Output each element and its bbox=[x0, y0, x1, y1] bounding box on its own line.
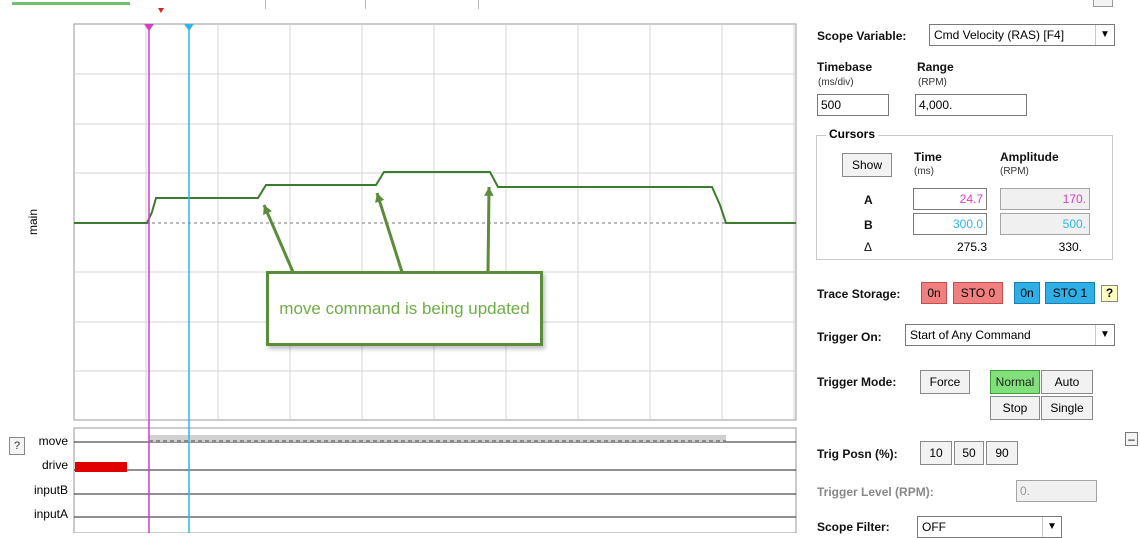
trig-posn-90-button[interactable]: 90 bbox=[986, 441, 1018, 465]
cursors-title: Cursors bbox=[826, 127, 879, 141]
timebase-input[interactable]: 500 bbox=[817, 94, 889, 116]
trigger-marker-icon bbox=[158, 8, 164, 13]
cursor-amplitude-unit: (RPM) bbox=[1000, 166, 1029, 177]
cursor-delta-row-label: Δ bbox=[864, 240, 873, 254]
callout-arrow-shaft bbox=[486, 186, 491, 273]
cursor-b-time-input[interactable]: 300.0 bbox=[913, 213, 987, 235]
timebase-unit: (ms/div) bbox=[818, 77, 854, 88]
dropdown-arrow-icon: ▼ bbox=[1095, 325, 1114, 345]
scope-filter-label: Scope Filter: bbox=[817, 520, 890, 534]
scope-plot[interactable] bbox=[0, 0, 800, 533]
plot-frame bbox=[73, 23, 797, 421]
range-input[interactable]: 4,000. bbox=[915, 94, 1027, 116]
cursor-delta-amplitude: 330. bbox=[1058, 240, 1082, 254]
cursor-time-unit: (ms) bbox=[914, 166, 934, 177]
cursor-amplitude-label: Amplitude bbox=[1000, 150, 1059, 164]
cursor-b-row-label: B bbox=[864, 218, 873, 232]
scope-variable-select[interactable]: Cmd Velocity (RAS) [F4] ▼ bbox=[929, 24, 1115, 46]
scope-filter-select[interactable]: OFF ▼ bbox=[917, 516, 1062, 538]
trigger-auto-button[interactable]: Auto bbox=[1041, 370, 1093, 394]
digital-label-inputB: inputB bbox=[33, 483, 68, 497]
digital-label-inputA: inputA bbox=[33, 507, 68, 521]
sto1-button[interactable]: STO 1 bbox=[1045, 282, 1095, 304]
digital-channels bbox=[73, 427, 797, 533]
trigger-single-button[interactable]: Single bbox=[1041, 396, 1093, 420]
annotation-callout: move command is being updated bbox=[266, 271, 543, 346]
trigger-on-label: Trigger On: bbox=[817, 330, 882, 344]
drive-channel-bar bbox=[75, 462, 127, 472]
sto0-button[interactable]: STO 0 bbox=[953, 282, 1003, 304]
collapse-top-button[interactable] bbox=[1093, 0, 1113, 7]
cursor-a-time-input[interactable]: 24.7 bbox=[913, 188, 987, 210]
trigger-level-input[interactable]: 0. bbox=[1016, 480, 1097, 502]
scope-variable-label: Scope Variable: bbox=[817, 29, 907, 43]
trigger-stop-button[interactable]: Stop bbox=[990, 396, 1040, 420]
timebase-label: Timebase bbox=[817, 60, 873, 74]
main-channel-label: main bbox=[26, 208, 40, 236]
cursor-a-row-label: A bbox=[864, 193, 873, 207]
trigger-on-value: Start of Any Command bbox=[910, 328, 1031, 342]
digital-label-drive: drive bbox=[41, 458, 68, 472]
scope-window: main ? move drive inputB inputA move com… bbox=[0, 0, 1140, 538]
trigger-on-select[interactable]: Start of Any Command ▼ bbox=[905, 324, 1115, 346]
dropdown-arrow-icon: ▼ bbox=[1095, 25, 1114, 45]
sto1-on-toggle[interactable]: 0n bbox=[1014, 282, 1040, 304]
cursor-a-amplitude: 170. bbox=[1000, 188, 1090, 210]
collapse-button[interactable]: – bbox=[1125, 432, 1138, 446]
range-label: Range bbox=[917, 60, 954, 74]
sto0-on-toggle[interactable]: 0n bbox=[921, 282, 947, 304]
scope-variable-value: Cmd Velocity (RAS) [F4] bbox=[934, 28, 1065, 42]
trigger-level-label: Trigger Level (RPM): bbox=[817, 485, 934, 499]
trig-posn-10-button[interactable]: 10 bbox=[920, 441, 952, 465]
range-unit: (RPM) bbox=[918, 77, 947, 88]
cursor-b-amplitude: 500. bbox=[1000, 213, 1090, 235]
trace-storage-label: Trace Storage: bbox=[817, 287, 901, 301]
trace-storage-help-button[interactable]: ? bbox=[1101, 285, 1118, 302]
cursor-delta-time: 275.3 bbox=[956, 240, 987, 254]
dropdown-arrow-icon: ▼ bbox=[1042, 517, 1061, 537]
trig-posn-50-button[interactable]: 50 bbox=[954, 441, 984, 465]
scope-filter-value: OFF bbox=[922, 520, 946, 534]
callout-text: move command is being updated bbox=[279, 299, 530, 318]
cursors-show-button[interactable]: Show bbox=[842, 153, 892, 177]
trigger-force-button[interactable]: Force bbox=[920, 370, 970, 394]
trigger-normal-button[interactable]: Normal bbox=[990, 370, 1040, 394]
cursor-time-label: Time bbox=[914, 150, 942, 164]
trig-posn-label: Trig Posn (%): bbox=[817, 447, 898, 461]
trigger-mode-label: Trigger Mode: bbox=[817, 375, 897, 389]
digital-label-move: move bbox=[38, 434, 68, 448]
scope-grid bbox=[73, 23, 797, 421]
